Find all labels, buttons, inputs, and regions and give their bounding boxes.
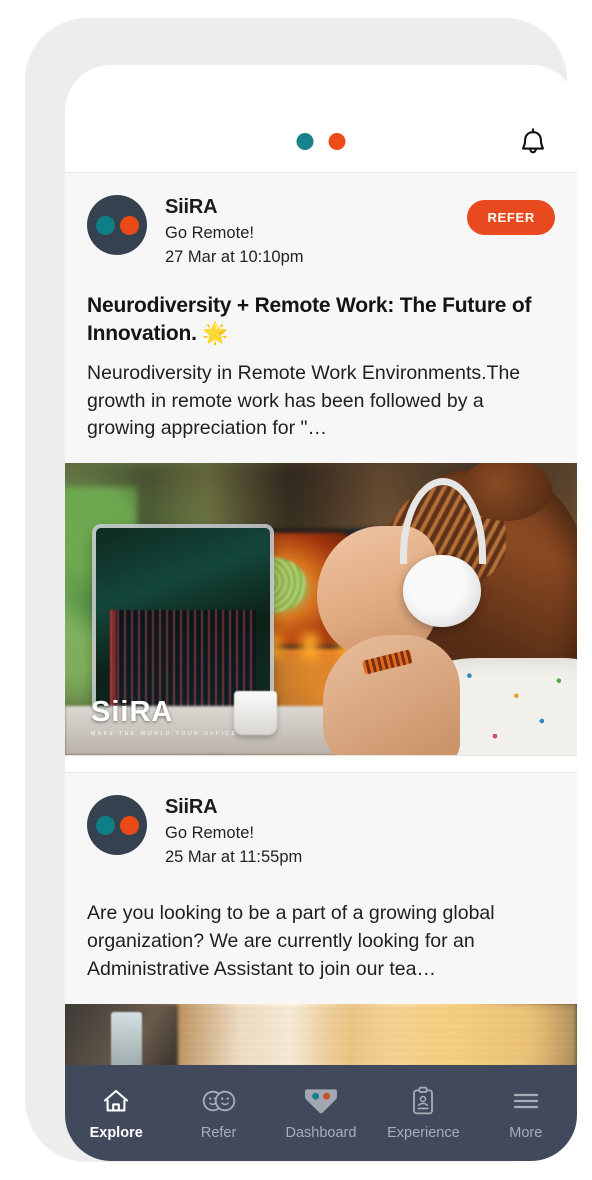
nav-item-experience[interactable]: Experience bbox=[372, 1086, 474, 1141]
nav-label-dashboard: Dashboard bbox=[285, 1124, 357, 1141]
photo-headphone-earcup-icon bbox=[403, 554, 481, 627]
post-author: SiiRA bbox=[165, 796, 218, 819]
two-faces-icon bbox=[200, 1086, 238, 1116]
photo-person bbox=[306, 463, 577, 756]
nav-item-dashboard[interactable]: Dashboard bbox=[270, 1086, 372, 1141]
post-header: SiiRA Go Remote! 25 Mar at 11:55pm bbox=[65, 773, 577, 870]
home-icon bbox=[101, 1086, 131, 1116]
gem-icon bbox=[301, 1086, 341, 1116]
nav-item-more[interactable]: More bbox=[475, 1086, 577, 1141]
watermark-brand: SiiRA bbox=[91, 696, 174, 729]
post-title: Neurodiversity + Remote Work: The Future… bbox=[87, 293, 532, 345]
phone-screen: SiiRA Go Remote! 27 Mar at 10:10pm REFER… bbox=[65, 65, 577, 1161]
avatar-dot-teal-icon bbox=[95, 215, 115, 235]
avatar bbox=[87, 795, 147, 856]
photo-coffee-cup bbox=[233, 691, 278, 735]
post-body: Are you looking to be a part of a growin… bbox=[87, 902, 495, 980]
post-tagline: Go Remote! bbox=[165, 224, 254, 242]
logo-dot-teal-icon bbox=[296, 133, 314, 150]
post-feed[interactable]: SiiRA Go Remote! 27 Mar at 10:10pm REFER… bbox=[65, 172, 577, 1161]
post-body: Neurodiversity in Remote Work Environmen… bbox=[87, 361, 521, 440]
post-timestamp: 25 Mar at 11:55pm bbox=[165, 848, 303, 867]
nav-label-experience: Experience bbox=[387, 1124, 460, 1141]
screenshot-root: SiiRA Go Remote! 27 Mar at 10:10pm REFER… bbox=[0, 0, 592, 1180]
nav-item-explore[interactable]: Explore bbox=[65, 1086, 167, 1141]
phone-frame: SiiRA Go Remote! 27 Mar at 10:10pm REFER… bbox=[25, 18, 577, 1162]
bottom-navigation: Explore Refer Dashboard Experience More bbox=[65, 1065, 577, 1161]
post-meta: SiiRA Go Remote! 25 Mar at 11:55pm bbox=[165, 795, 555, 870]
nav-label-refer: Refer bbox=[200, 1124, 237, 1141]
avatar-dot-orange-icon bbox=[119, 215, 139, 235]
avatar bbox=[87, 195, 147, 255]
post-tagline: Go Remote! bbox=[165, 824, 254, 843]
bell-icon bbox=[522, 127, 544, 153]
refer-button[interactable]: REFER bbox=[467, 200, 555, 235]
avatar-dot-orange-icon bbox=[119, 815, 139, 835]
notifications-button[interactable] bbox=[515, 123, 551, 159]
app-header bbox=[65, 65, 577, 172]
nav-label-explore: Explore bbox=[89, 1124, 143, 1141]
nav-label-more: More bbox=[509, 1124, 543, 1141]
post-header: SiiRA Go Remote! 27 Mar at 10:10pm REFER bbox=[65, 173, 577, 270]
post-card[interactable]: SiiRA Go Remote! 25 Mar at 11:55pm Are y… bbox=[65, 772, 577, 1085]
post-author: SiiRA bbox=[165, 196, 218, 218]
post-timestamp: 27 Mar at 10:10pm bbox=[165, 247, 304, 266]
logo-dot-orange-icon bbox=[328, 133, 346, 150]
post-image[interactable]: SiiRA MAKE THE WORLD YOUR OFFICE bbox=[65, 463, 577, 756]
watermark-tagline: MAKE THE WORLD YOUR OFFICE bbox=[91, 731, 238, 738]
clipboard-icon bbox=[410, 1086, 436, 1116]
photo-monitor-charts bbox=[95, 527, 270, 715]
post-meta: SiiRA Go Remote! 27 Mar at 10:10pm bbox=[165, 195, 467, 270]
app-logo bbox=[296, 133, 346, 150]
image-watermark: SiiRA MAKE THE WORLD YOUR OFFICE bbox=[91, 696, 238, 738]
hamburger-icon bbox=[511, 1086, 541, 1116]
photo-glass bbox=[111, 1011, 142, 1068]
nav-item-refer[interactable]: Refer bbox=[167, 1086, 269, 1141]
post-card[interactable]: SiiRA Go Remote! 27 Mar at 10:10pm REFER… bbox=[65, 172, 577, 757]
avatar-dot-teal-icon bbox=[95, 815, 115, 835]
